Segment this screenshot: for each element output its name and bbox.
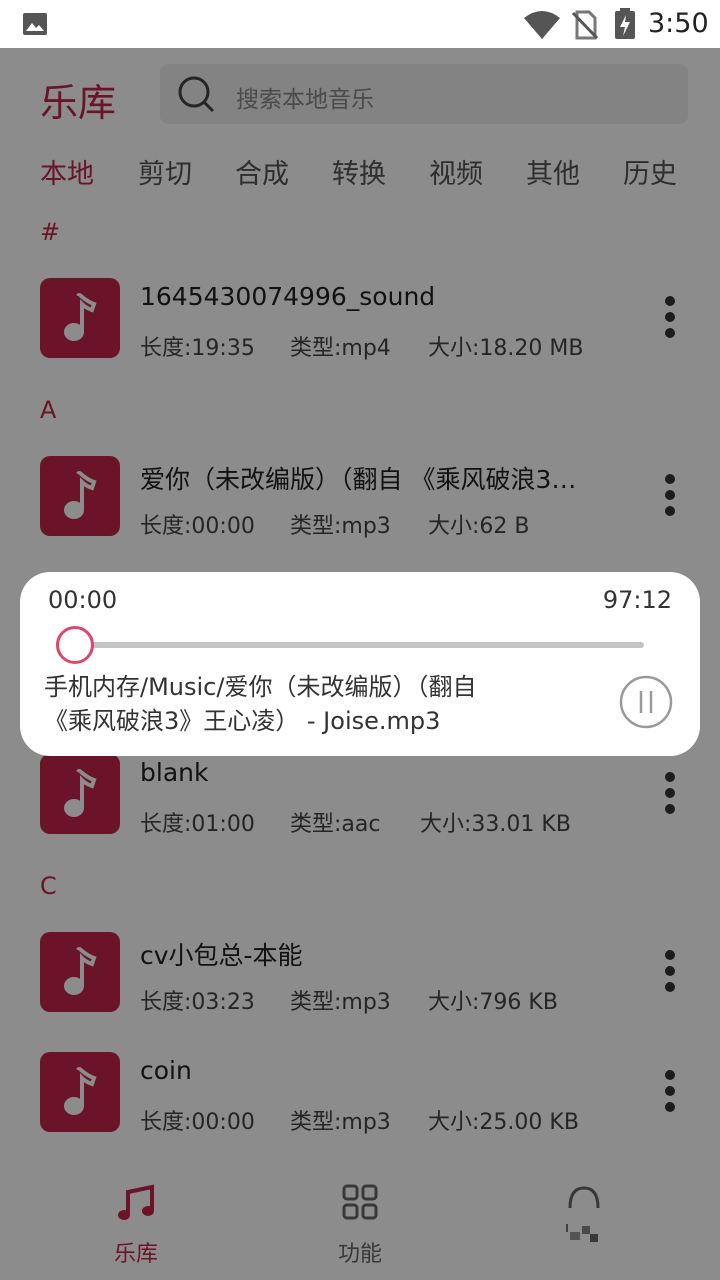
current-time: 00:00 bbox=[48, 586, 118, 614]
no-sim-icon bbox=[571, 10, 599, 40]
clock: 3:50 bbox=[648, 8, 709, 39]
image-notification-icon bbox=[23, 13, 47, 35]
mini-player: 00:00 97:12 手机内存/Music/爱你（未改编版）（翻自 《乘风破浪… bbox=[20, 572, 700, 756]
file-path-line-1: 手机内存/Music/爱你（未改编版）（翻自 bbox=[44, 673, 477, 701]
seek-handle[interactable] bbox=[56, 626, 94, 664]
total-time: 97:12 bbox=[602, 586, 672, 614]
seek-bar[interactable] bbox=[72, 642, 644, 648]
battery-charging-icon bbox=[615, 8, 635, 39]
pause-icon[interactable] bbox=[618, 674, 674, 730]
file-path-line-2: 《乘风破浪3》王心凌） - Joise.mp3 bbox=[44, 707, 441, 735]
wifi-icon bbox=[524, 11, 560, 39]
file-path: 手机内存/Music/爱你（未改编版）（翻自 《乘风破浪3》王心凌） - Joi… bbox=[44, 670, 584, 738]
status-bar: 3:50 bbox=[0, 0, 720, 48]
